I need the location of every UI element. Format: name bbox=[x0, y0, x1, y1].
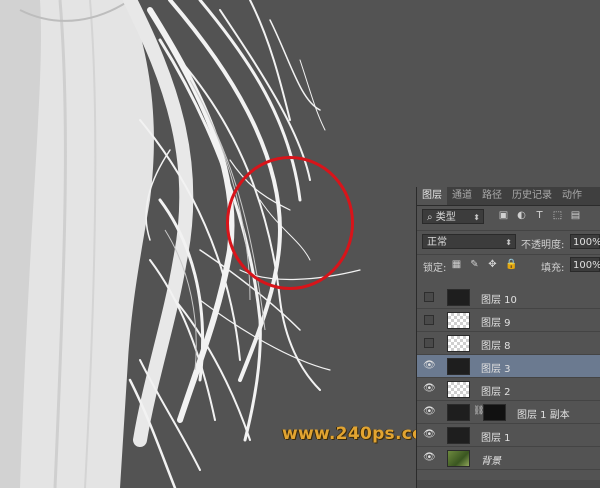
layers-panel: 图层 通道 路径 历史记录 动作 ⌕ 类型 ⬍ ▣ ◐ T ⬚ ▤ 正常 ⬍ 不… bbox=[416, 187, 600, 488]
layer-thumbnail[interactable] bbox=[447, 381, 470, 398]
highlight-circle bbox=[226, 156, 354, 290]
lock-row: 锁定: ▦ ✎ ✥ 🔒 填充: 100% bbox=[417, 254, 600, 274]
lock-paint-icon[interactable]: ✎ bbox=[469, 259, 480, 270]
layer-thumbnail[interactable] bbox=[447, 404, 470, 421]
layer-thumbnail[interactable] bbox=[447, 335, 470, 352]
lock-label: 锁定: bbox=[423, 263, 447, 274]
layer-name: 图层 9 bbox=[481, 318, 511, 329]
eye-icon[interactable]: 👁 bbox=[423, 452, 436, 464]
shape-filter-icon[interactable]: ⬚ bbox=[551, 209, 564, 222]
lock-transparent-icon[interactable]: ▦ bbox=[451, 259, 462, 270]
fill-label: 填充: bbox=[541, 263, 565, 274]
layer-row[interactable]: 👁 背景 bbox=[417, 447, 600, 470]
filter-kind-select[interactable]: ⌕ 类型 ⬍ bbox=[422, 209, 484, 224]
blend-row: 正常 ⬍ 不透明度: 100% bbox=[417, 230, 600, 252]
layer-row[interactable]: 👁 ⛓ 图层 1 副本 bbox=[417, 401, 600, 424]
layer-name: 图层 1 副本 bbox=[517, 410, 570, 421]
opacity-input[interactable]: 100% bbox=[570, 234, 600, 249]
layer-row[interactable]: 👁 图层 3 bbox=[417, 355, 600, 378]
lock-icons: ▦ ✎ ✥ 🔒 bbox=[451, 259, 518, 270]
layer-thumbnail[interactable] bbox=[447, 289, 470, 306]
lock-all-icon[interactable]: 🔒 bbox=[505, 259, 517, 270]
layer-name: 图层 2 bbox=[481, 387, 511, 398]
chevron-updown-icon: ⬍ bbox=[473, 213, 480, 222]
tab-paths[interactable]: 路径 bbox=[477, 187, 507, 205]
image-filter-icon[interactable]: ▣ bbox=[497, 209, 510, 222]
tab-history[interactable]: 历史记录 bbox=[507, 187, 557, 205]
layer-name: 背景 bbox=[481, 456, 501, 467]
layer-name: 图层 1 bbox=[481, 433, 511, 444]
visibility-toggle[interactable] bbox=[424, 315, 434, 325]
opacity-label: 不透明度: bbox=[521, 240, 565, 251]
layer-name: 图层 3 bbox=[481, 364, 511, 375]
filter-kind-label: 类型 bbox=[435, 212, 456, 223]
layer-thumbnail[interactable] bbox=[447, 358, 470, 375]
tab-layers[interactable]: 图层 bbox=[417, 187, 447, 205]
visibility-toggle[interactable] bbox=[424, 338, 434, 348]
lock-move-icon[interactable]: ✥ bbox=[487, 259, 498, 270]
eye-icon[interactable]: 👁 bbox=[423, 406, 436, 418]
eye-icon[interactable]: 👁 bbox=[423, 360, 436, 372]
blend-mode-select[interactable]: 正常 ⬍ bbox=[422, 234, 516, 249]
layer-name: 图层 10 bbox=[481, 295, 517, 306]
panel-tabs: 图层 通道 路径 历史记录 动作 bbox=[417, 187, 600, 206]
layer-row[interactable]: 图层 8 bbox=[417, 332, 600, 355]
eye-icon[interactable]: 👁 bbox=[423, 429, 436, 441]
filter-icons: ▣ ◐ T ⬚ ▤ bbox=[497, 209, 582, 222]
layer-thumbnail[interactable] bbox=[447, 450, 470, 467]
type-filter-icon[interactable]: T bbox=[533, 209, 546, 222]
layer-row[interactable]: 图层 9 bbox=[417, 309, 600, 332]
visibility-toggle[interactable] bbox=[424, 292, 434, 302]
blend-mode-label: 正常 bbox=[427, 237, 447, 248]
chevron-updown-icon: ⬍ bbox=[505, 238, 512, 247]
layer-row[interactable]: 👁 图层 2 bbox=[417, 378, 600, 401]
adjustment-filter-icon[interactable]: ◐ bbox=[515, 209, 528, 222]
panel-footer bbox=[417, 480, 600, 488]
layer-thumbnail[interactable] bbox=[447, 312, 470, 329]
smart-object-filter-icon[interactable]: ▤ bbox=[569, 209, 582, 222]
layer-name: 图层 8 bbox=[481, 341, 511, 352]
layer-thumbnail[interactable] bbox=[447, 427, 470, 444]
tab-actions[interactable]: 动作 bbox=[557, 187, 587, 205]
eye-icon[interactable]: 👁 bbox=[423, 383, 436, 395]
layer-filter-row: ⌕ 类型 ⬍ ▣ ◐ T ⬚ ▤ bbox=[417, 206, 600, 228]
layer-row[interactable]: 👁 图层 1 bbox=[417, 424, 600, 447]
fill-input[interactable]: 100% bbox=[570, 257, 600, 272]
layer-mask-thumbnail[interactable] bbox=[483, 404, 506, 421]
search-icon: ⌕ bbox=[427, 212, 433, 223]
layer-row[interactable]: 图层 10 bbox=[417, 286, 600, 309]
tab-channels[interactable]: 通道 bbox=[447, 187, 477, 205]
